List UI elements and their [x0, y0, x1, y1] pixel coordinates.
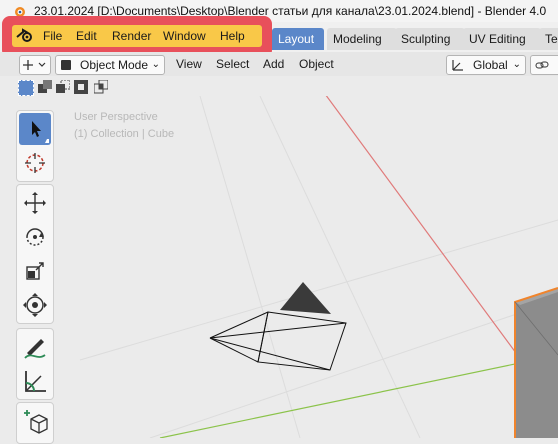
tool-annotate[interactable] — [19, 331, 51, 363]
menu-file[interactable]: File — [43, 29, 62, 43]
menu-edit[interactable]: Edit — [76, 29, 97, 43]
menu-object[interactable]: Object — [299, 57, 334, 71]
menu-select[interactable]: Select — [216, 57, 249, 71]
object-mode-icon — [61, 60, 71, 70]
mode-select[interactable]: Object Mode ⌄ — [55, 55, 165, 75]
3d-viewport[interactable]: User Perspective (1) Collection | Cube — [0, 96, 558, 444]
tab-modeling[interactable]: Modeling — [327, 28, 397, 50]
camera-up-triangle — [280, 282, 331, 314]
menu-window[interactable]: Window — [163, 29, 206, 43]
select-box-icon — [32, 121, 49, 143]
viewport-header: Object Mode ⌄ View Select Add Object Glo… — [0, 52, 558, 76]
cursor-icon — [25, 153, 45, 173]
menu-render[interactable]: Render — [112, 29, 151, 43]
select-subtract-icon[interactable] — [56, 79, 71, 94]
tool-add-cube[interactable] — [19, 405, 51, 437]
tab-texture[interactable]: Te — [539, 28, 558, 50]
select-extend-icon[interactable] — [38, 80, 52, 94]
floor-grid — [79, 96, 558, 438]
tool-select-box[interactable] — [19, 113, 51, 145]
cube-object — [514, 287, 558, 438]
scale-icon — [26, 262, 44, 280]
rotate-icon — [26, 228, 44, 246]
viewport-scene — [79, 96, 558, 438]
chevron-down-icon: ⌄ — [512, 59, 521, 70]
transform-orientation-select[interactable]: Global ⌄ — [446, 55, 526, 75]
toolbar-annotate-group — [16, 328, 54, 400]
link-icon — [535, 61, 549, 69]
chevron-down-icon: ⌄ — [151, 59, 160, 70]
tool-move[interactable] — [19, 187, 51, 219]
menu-help[interactable]: Help — [220, 29, 245, 43]
select-new-icon[interactable] — [18, 80, 34, 96]
tab-layout[interactable]: Layout — [272, 28, 324, 50]
blender-logo-icon[interactable] — [14, 27, 36, 45]
mode-label: Object Mode — [80, 58, 149, 72]
tool-cursor[interactable] — [19, 147, 51, 179]
toolbar-select-group — [16, 110, 54, 182]
tool-scale[interactable] — [19, 255, 51, 287]
toolbar-transform-group — [16, 184, 54, 324]
move-icon — [24, 192, 46, 214]
tool-measure[interactable] — [19, 365, 51, 397]
pivot-point-button[interactable] — [530, 55, 558, 75]
view-perspective-label: User Perspective — [74, 111, 158, 123]
add-cube-icon — [24, 410, 48, 434]
select-invert-icon[interactable] — [74, 80, 88, 94]
annotate-icon — [24, 339, 46, 359]
measure-icon — [25, 371, 46, 392]
menu-add[interactable]: Add — [263, 57, 284, 71]
orientation-label: Global — [473, 58, 508, 72]
editor-type-button[interactable] — [19, 55, 51, 75]
transform-icon — [23, 293, 47, 317]
transform-gizmo-icon — [23, 60, 46, 70]
orientation-axes-icon — [452, 60, 463, 71]
tab-uv-editing[interactable]: UV Editing — [463, 28, 541, 50]
select-intersect-icon[interactable] — [93, 79, 109, 94]
menu-view[interactable]: View — [176, 57, 202, 71]
active-collection-label: (1) Collection | Cube — [74, 128, 175, 140]
tool-transform[interactable] — [19, 289, 51, 321]
tool-rotate[interactable] — [19, 221, 51, 253]
tab-sculpting[interactable]: Sculpting — [395, 28, 465, 50]
